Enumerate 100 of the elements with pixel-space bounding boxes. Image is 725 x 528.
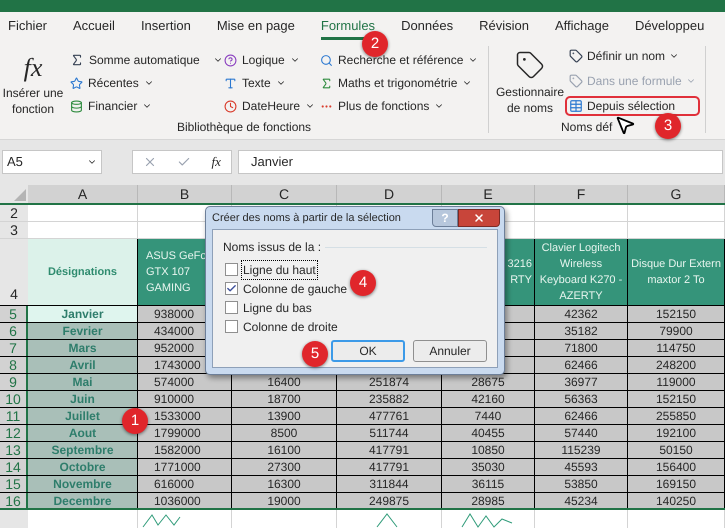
letter-icon — [224, 76, 237, 90]
ribbon-menu-button[interactable]: Somme automatique — [70, 51, 224, 69]
sum-icon — [70, 53, 84, 67]
table-cell: 417791 — [337, 442, 442, 458]
table-cell: 79900 — [628, 323, 725, 339]
table-cell: 417791 — [337, 459, 442, 475]
tag-icon — [569, 49, 583, 63]
ribbon-tab[interactable]: Accueil — [73, 12, 115, 40]
close-icon — [473, 212, 485, 224]
table-cell: 40455 — [442, 425, 535, 441]
name-box[interactable]: A5 — [2, 150, 102, 174]
name-manager-button[interactable]: Gestionnaire de noms — [495, 46, 565, 117]
column-header[interactable]: A — [28, 185, 138, 203]
table-cell: 71800 — [535, 340, 628, 356]
row-header[interactable]: 15 — [0, 476, 28, 492]
table-cell: 8500 — [232, 425, 337, 441]
row-header[interactable]: 10 — [0, 391, 28, 407]
row-header[interactable]: 3 — [0, 222, 28, 238]
ribbon-menu-button[interactable]: DateHeure — [224, 97, 320, 115]
ribbon-menu-button[interactable]: Plus de fonctions — [320, 97, 488, 115]
table-cell: 19000 — [232, 493, 337, 508]
table-cell: 13900 — [232, 408, 337, 424]
row-header[interactable]: 13 — [0, 442, 28, 458]
column-header[interactable]: G — [628, 185, 725, 203]
ribbon-menu-button[interactable]: Texte — [224, 74, 320, 92]
table-cell: 42160 — [442, 391, 535, 407]
table-cell: 910000 — [138, 391, 232, 407]
table-cell: 36115 — [442, 476, 535, 492]
column-header[interactable]: D — [337, 185, 442, 203]
checkbox-label[interactable]: Colonne de gauche — [242, 280, 348, 298]
ribbon-tab[interactable]: Données — [401, 12, 454, 40]
table-cell: Avril — [28, 357, 138, 373]
table-cell: 45593 — [535, 459, 628, 475]
table-cell: 16100 — [232, 442, 337, 458]
dialog-button[interactable]: OK — [331, 340, 405, 362]
ribbon-menu-button[interactable]: Maths et trigonométrie — [320, 74, 488, 92]
table-cell: 42362 — [535, 306, 628, 322]
ribbon-menu-button[interactable]: Logique — [224, 51, 320, 69]
row-header[interactable]: 4 — [0, 239, 28, 305]
column-header[interactable]: E — [442, 185, 535, 203]
checkbox[interactable] — [225, 301, 238, 314]
row-header[interactable]: 7 — [0, 340, 28, 356]
row-header[interactable]: 16 — [0, 493, 28, 508]
ribbon-menu-button[interactable]: Depuis sélection — [565, 96, 700, 116]
insert-function-button[interactable]: fx Insérer une fonction — [0, 51, 66, 117]
row-header[interactable]: 12 — [0, 425, 28, 441]
select-all-icon[interactable] — [14, 189, 26, 201]
ribbon-tab[interactable]: Développeu — [634, 12, 704, 40]
ribbon-tab[interactable]: Mise en page — [216, 12, 295, 40]
close-button[interactable] — [458, 209, 500, 227]
table-cell: Septembre — [28, 442, 138, 458]
search-icon — [320, 54, 333, 66]
table-cell: 511744 — [337, 425, 442, 441]
row-header[interactable]: 11 — [0, 408, 28, 424]
table-cell: Octobre — [28, 459, 138, 475]
sparkline-drawing — [376, 513, 398, 528]
ribbon-tab[interactable]: Révision — [479, 12, 529, 40]
row-header[interactable]: 6 — [0, 323, 28, 339]
table-cell: 119000 — [628, 374, 725, 390]
ribbon-menu-button[interactable]: Définir un nom — [565, 46, 700, 66]
row-header[interactable]: 8 — [0, 357, 28, 373]
row-header[interactable]: 5 — [0, 306, 28, 322]
checkbox[interactable] — [225, 263, 238, 276]
ribbon-menu-button[interactable]: Récentes — [70, 74, 224, 92]
checkbox-label[interactable]: Colonne de droite — [242, 318, 339, 336]
table-cell: 28675 — [442, 374, 535, 390]
column-header[interactable]: F — [535, 185, 628, 203]
table-cell: 1036000 — [138, 493, 232, 508]
table-cell: 16300 — [232, 476, 337, 492]
table-cell: 28985 — [442, 493, 535, 508]
header-cell: Disque Dur Extern maxtor 2 To — [628, 239, 725, 305]
formula-field[interactable]: Janvier — [238, 150, 723, 174]
table-cell: Fevrier — [28, 323, 138, 339]
column-header[interactable]: B — [138, 185, 232, 203]
table-cell: Janvier — [28, 306, 138, 322]
table-cell: Decembre — [28, 493, 138, 508]
header-cell: Désignations — [28, 239, 138, 305]
ribbon-tab[interactable]: Insertion — [140, 12, 191, 40]
checkbox[interactable] — [225, 320, 238, 333]
ribbon-menu-button[interactable]: Financier — [70, 97, 224, 115]
table-cell: 311844 — [337, 476, 442, 492]
table-cell: 169150 — [628, 476, 725, 492]
table-cell: 115239 — [535, 442, 628, 458]
sparkline-drawing — [142, 514, 180, 528]
ribbon-tab[interactable]: Fichier — [8, 12, 48, 40]
column-header[interactable]: C — [232, 185, 337, 203]
row-header[interactable]: 9 — [0, 374, 28, 390]
row-header[interactable]: 2 — [0, 205, 28, 221]
checkbox[interactable] — [225, 282, 238, 295]
checkbox-label[interactable]: Ligne du haut — [242, 260, 317, 278]
ribbon-tab[interactable]: Affichage — [554, 12, 609, 40]
table-cell: Mai — [28, 374, 138, 390]
table-cell: 18700 — [232, 391, 337, 407]
row-header[interactable]: 14 — [0, 459, 28, 475]
checkbox-label[interactable]: Ligne du bas — [242, 298, 313, 316]
table-cell: 56363 — [535, 391, 628, 407]
dialog-button[interactable]: Annuler — [413, 340, 487, 362]
table-cell: 235882 — [337, 391, 442, 407]
table-cell: 16400 — [232, 374, 337, 390]
insert-function-icon[interactable]: fx — [212, 152, 221, 172]
